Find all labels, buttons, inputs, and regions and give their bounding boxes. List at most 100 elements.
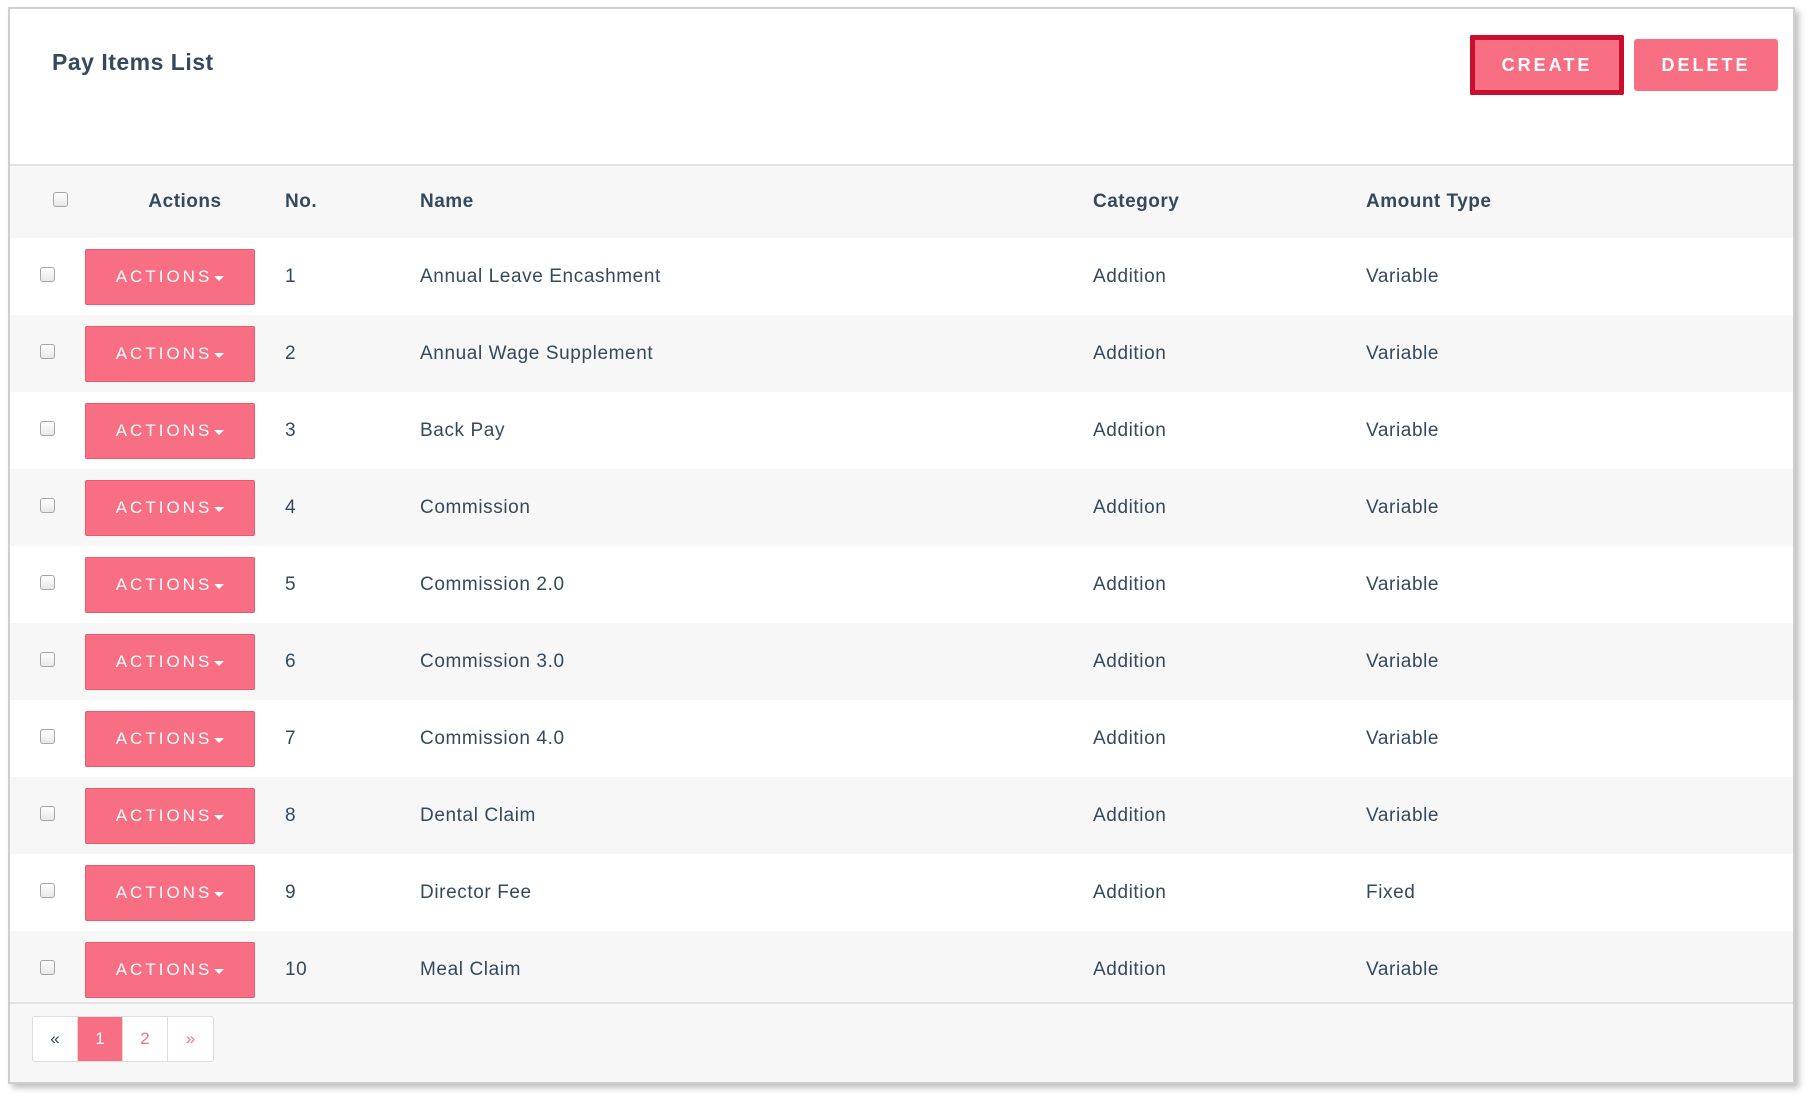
table-row: ACTIONS 2 Annual Wage Supplement Additio… <box>10 315 1793 392</box>
row-no: 6 <box>285 623 420 700</box>
row-select-cell <box>10 469 85 546</box>
row-actions-label: ACTIONS <box>115 651 213 671</box>
row-no: 8 <box>285 777 420 854</box>
row-amount-type: Variable <box>1366 238 1793 315</box>
row-name: Commission 4.0 <box>420 700 1093 777</box>
caret-down-icon <box>214 661 225 666</box>
row-select-cell <box>10 700 85 777</box>
delete-button[interactable]: DELETE <box>1634 39 1778 91</box>
header-no[interactable]: No. <box>285 166 420 238</box>
row-amount-type: Variable <box>1366 546 1793 623</box>
select-all-cell <box>10 166 85 238</box>
caret-down-icon <box>214 507 225 512</box>
row-no: 10 <box>285 931 420 1008</box>
row-actions-cell: ACTIONS <box>85 777 285 854</box>
table-header-row: Actions No. Name Category Amount Type <box>10 166 1793 238</box>
row-actions-button[interactable]: ACTIONS <box>85 710 255 767</box>
row-select-cell <box>10 777 85 854</box>
row-actions-button[interactable]: ACTIONS <box>85 479 255 536</box>
row-actions-label: ACTIONS <box>115 959 213 979</box>
row-no: 9 <box>285 854 420 931</box>
row-name: Commission <box>420 469 1093 546</box>
row-checkbox[interactable] <box>40 882 55 898</box>
row-checkbox[interactable] <box>40 805 55 821</box>
table-row: ACTIONS 6 Commission 3.0 Addition Variab… <box>10 623 1793 700</box>
create-button[interactable]: CREATE <box>1470 35 1624 95</box>
pay-items-table: Actions No. Name Category Amount Type AC… <box>10 166 1793 1008</box>
row-name: Annual Leave Encashment <box>420 238 1093 315</box>
row-checkbox[interactable] <box>40 497 55 513</box>
panel-header: Pay Items List CREATE DELETE <box>10 9 1793 166</box>
page-title: Pay Items List <box>52 49 214 75</box>
row-checkbox[interactable] <box>40 959 55 975</box>
row-category: Addition <box>1093 315 1366 392</box>
row-checkbox[interactable] <box>40 728 55 744</box>
pay-items-panel: Pay Items List CREATE DELETE Actions No.… <box>8 7 1795 1084</box>
row-name: Dental Claim <box>420 777 1093 854</box>
row-name: Commission 3.0 <box>420 623 1093 700</box>
caret-down-icon <box>214 738 225 743</box>
row-name: Commission 2.0 <box>420 546 1093 623</box>
table-row: ACTIONS 8 Dental Claim Addition Variable <box>10 777 1793 854</box>
row-name: Back Pay <box>420 392 1093 469</box>
row-no: 3 <box>285 392 420 469</box>
row-actions-button[interactable]: ACTIONS <box>85 556 255 613</box>
row-category: Addition <box>1093 546 1366 623</box>
row-category: Addition <box>1093 854 1366 931</box>
row-checkbox[interactable] <box>40 343 55 359</box>
table-row: ACTIONS 4 Commission Addition Variable <box>10 469 1793 546</box>
caret-down-icon <box>214 584 225 589</box>
caret-down-icon <box>214 892 225 897</box>
row-actions-button[interactable]: ACTIONS <box>85 325 255 382</box>
row-checkbox[interactable] <box>40 651 55 667</box>
row-no: 7 <box>285 700 420 777</box>
row-actions-button[interactable]: ACTIONS <box>85 864 255 921</box>
row-actions-button[interactable]: ACTIONS <box>85 941 255 998</box>
row-actions-label: ACTIONS <box>115 266 213 286</box>
row-checkbox[interactable] <box>40 574 55 590</box>
row-select-cell <box>10 392 85 469</box>
row-no: 1 <box>285 238 420 315</box>
row-select-cell <box>10 546 85 623</box>
row-actions-label: ACTIONS <box>115 420 213 440</box>
row-amount-type: Variable <box>1366 700 1793 777</box>
row-actions-label: ACTIONS <box>115 728 213 748</box>
pagination-next[interactable]: » <box>168 1017 213 1061</box>
row-actions-label: ACTIONS <box>115 343 213 363</box>
row-select-cell <box>10 854 85 931</box>
row-actions-button[interactable]: ACTIONS <box>85 787 255 844</box>
row-amount-type: Variable <box>1366 623 1793 700</box>
header-name[interactable]: Name <box>420 166 1093 238</box>
row-actions-cell: ACTIONS <box>85 700 285 777</box>
select-all-checkbox[interactable] <box>53 192 68 207</box>
caret-down-icon <box>214 969 225 974</box>
header-actions: Actions <box>85 166 285 238</box>
row-amount-type: Variable <box>1366 931 1793 1008</box>
pagination-area: « 1 2 » <box>10 1002 1793 1082</box>
row-actions-cell: ACTIONS <box>85 392 285 469</box>
header-category[interactable]: Category <box>1093 166 1366 238</box>
header-amount-type[interactable]: Amount Type <box>1366 166 1793 238</box>
row-actions-label: ACTIONS <box>115 882 213 902</box>
row-category: Addition <box>1093 469 1366 546</box>
row-actions-button[interactable]: ACTIONS <box>85 633 255 690</box>
pagination-prev[interactable]: « <box>33 1017 78 1061</box>
row-actions-label: ACTIONS <box>115 497 213 517</box>
pagination-page-2[interactable]: 2 <box>123 1017 168 1061</box>
row-actions-button[interactable]: ACTIONS <box>85 248 255 305</box>
row-category: Addition <box>1093 777 1366 854</box>
pagination-page-1[interactable]: 1 <box>78 1017 123 1061</box>
row-checkbox[interactable] <box>40 266 55 282</box>
row-amount-type: Variable <box>1366 777 1793 854</box>
table-row: ACTIONS 3 Back Pay Addition Variable <box>10 392 1793 469</box>
row-checkbox[interactable] <box>40 420 55 436</box>
row-category: Addition <box>1093 238 1366 315</box>
row-no: 2 <box>285 315 420 392</box>
table-row: ACTIONS 9 Director Fee Addition Fixed <box>10 854 1793 931</box>
row-actions-cell: ACTIONS <box>85 546 285 623</box>
row-actions-button[interactable]: ACTIONS <box>85 402 255 459</box>
row-category: Addition <box>1093 392 1366 469</box>
row-category: Addition <box>1093 931 1366 1008</box>
table-body: ACTIONS 1 Annual Leave Encashment Additi… <box>10 238 1793 1008</box>
row-category: Addition <box>1093 700 1366 777</box>
